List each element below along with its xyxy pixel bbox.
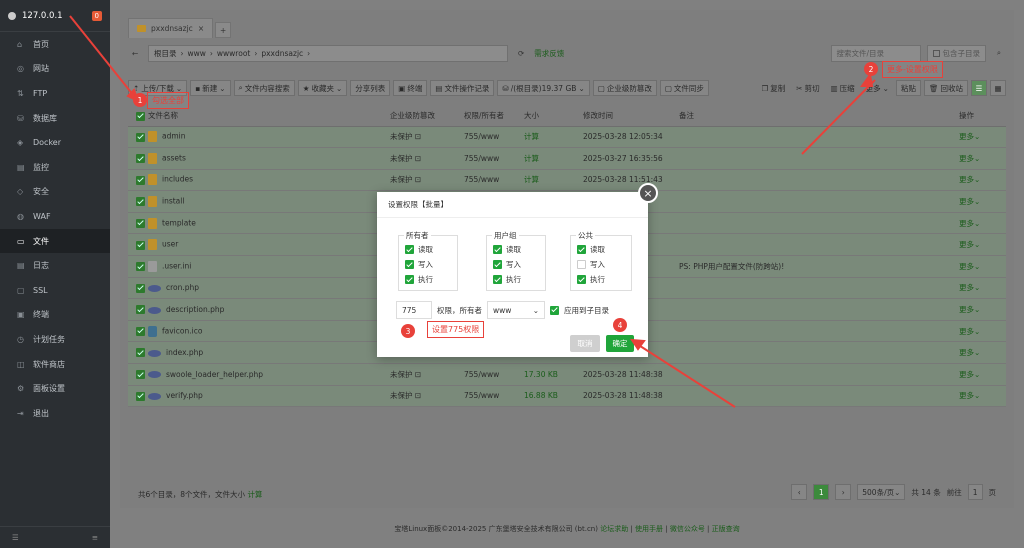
- step-badge-3: 3: [401, 324, 415, 338]
- annotation-arrows: [69, 15, 876, 408]
- step-label-1: 勾选全部: [147, 92, 189, 109]
- step-badge-1: 1: [133, 93, 147, 107]
- arrow-line-1: [69, 15, 135, 97]
- step-label-3: 设置775权限: [427, 321, 485, 338]
- step-badge-2: 2: [864, 62, 878, 76]
- arrow-line-4: [636, 343, 736, 408]
- arrow-head-2: [860, 72, 874, 87]
- arrow-line-2: [801, 79, 876, 155]
- step-label-2: 更多-设置权限: [882, 61, 943, 78]
- step-badge-4: 4: [613, 318, 627, 332]
